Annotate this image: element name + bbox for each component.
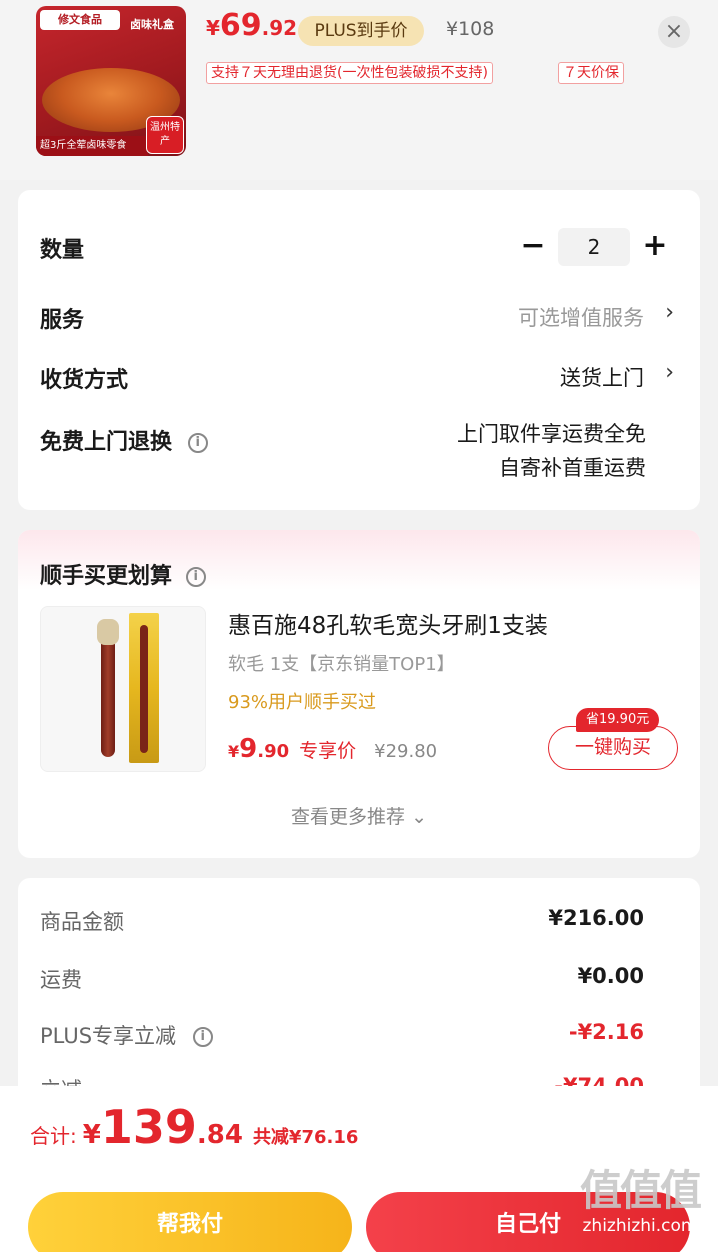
total-amount: 合计: ¥ 139 .84 共减¥76.16	[30, 1100, 358, 1154]
toothbrush-image[interactable]	[40, 606, 206, 772]
thumb-box-label: 卤味礼盒	[130, 18, 174, 31]
service-chevron-icon: ›	[665, 300, 674, 325]
total-symbol: ¥	[82, 1120, 101, 1150]
summary-shipping-value: ¥0.00	[577, 964, 644, 988]
summary-goods-value: ¥216.00	[548, 906, 644, 930]
service-label: 服务	[40, 308, 85, 333]
total-decimal: .84	[196, 1120, 243, 1150]
rec-exclusive-label: 专享价	[299, 740, 357, 762]
close-icon: ×	[664, 19, 684, 44]
free-return-label: 免费上门退换	[40, 430, 173, 455]
watermark: 值值值 zhizhizhi.com	[566, 1166, 714, 1252]
summary-goods-label: 商品金额	[40, 910, 124, 934]
one-click-buy-button[interactable]: 一键购买	[548, 726, 678, 770]
plus-discount-info-icon[interactable]: i	[192, 1027, 213, 1047]
watermark-url: zhizhizhi.com	[582, 1216, 698, 1236]
close-button[interactable]: ×	[658, 16, 690, 48]
thumb-bottom-label: 超3斤全荤卤味零食	[36, 136, 148, 156]
quantity-input[interactable]: 2	[558, 228, 630, 266]
more-recommend-link[interactable]: 查看更多推荐 ⌄	[18, 802, 700, 829]
recommend-price: ¥ 9 .90 专享价 ¥29.80	[228, 734, 437, 764]
total-integer: 139	[100, 1100, 197, 1154]
rec-original-price: ¥29.80	[374, 741, 438, 762]
rec-price-decimal: .90	[257, 741, 290, 762]
rec-price-integer: 9	[239, 734, 258, 764]
delivery-label: 收货方式	[40, 368, 129, 393]
thumb-badge: 温州特产	[146, 116, 184, 154]
product-price: ¥ 69 .92	[206, 8, 307, 52]
return-policy-tag: 支持７天无理由退货(一次性包装破损不支持)	[206, 62, 493, 84]
free-return-line2: 自寄补首重运费	[499, 456, 646, 480]
free-return-info-icon[interactable]: i	[187, 433, 208, 453]
save-badge: 省19.90元	[576, 708, 660, 732]
price-protect-tag: ７天价保	[558, 62, 624, 84]
options-card: 数量 − 2 + 服务 可选增值服务 › 收货方式 送货上门 › 免费上门退换 …	[18, 190, 700, 510]
watermark-logo: 值值值	[579, 1166, 702, 1215]
delivery-value: 送货上门	[560, 366, 644, 390]
thumb-brand-label: 修文食品	[40, 10, 120, 30]
total-discount: 共减¥76.16	[252, 1127, 359, 1148]
price-decimal: .92	[261, 16, 298, 40]
more-recommend-label: 查看更多推荐	[291, 806, 406, 828]
price-symbol: ¥	[206, 16, 220, 40]
recommend-card: 顺手买更划算 i 惠百施48孔软毛宽头牙刷1支装 软毛 1支【京东销量TOP1】…	[18, 530, 700, 858]
quantity-minus-button[interactable]: −	[518, 228, 548, 263]
recommend-title: 顺手买更划算	[40, 564, 173, 589]
toothbrush-head	[97, 619, 119, 645]
recommend-item-title[interactable]: 惠百施48孔软毛宽头牙刷1支装	[228, 606, 548, 640]
summary-shipping-label: 运费	[40, 968, 82, 992]
quantity-label: 数量	[40, 238, 85, 263]
toothbrush-package-brush	[140, 625, 148, 753]
quantity-plus-button[interactable]: +	[640, 228, 670, 263]
chevron-down-icon: ⌄	[411, 806, 427, 828]
product-header: 修文食品 卤味礼盒 超3斤全荤卤味零食 温州特产 ¥ 69 .92 PLUS到手…	[0, 0, 718, 180]
product-image[interactable]: 修文食品 卤味礼盒 超3斤全荤卤味零食 温州特产	[36, 6, 186, 156]
summary-plus-label: PLUS专享立减	[40, 1024, 177, 1048]
free-return-line1: 上门取件享运费全免	[457, 422, 646, 446]
rec-price-symbol: ¥	[228, 742, 240, 761]
service-value: 可选增值服务	[518, 306, 644, 330]
plus-price-badge: PLUS到手价	[298, 16, 424, 46]
original-price: ¥108	[446, 18, 495, 40]
recommend-item-bought: 93%用户顺手买过	[228, 692, 377, 713]
summary-plus-value: -¥2.16	[568, 1020, 644, 1044]
delivery-chevron-icon: ›	[665, 360, 674, 385]
recommend-info-icon[interactable]: i	[185, 567, 206, 587]
total-label: 合计:	[30, 1124, 77, 1148]
price-integer: 69	[219, 8, 262, 43]
help-pay-button[interactable]: 帮我付	[28, 1192, 352, 1252]
recommend-item-subtitle: 软毛 1支【京东销量TOP1】	[228, 654, 455, 675]
summary-card: 商品金额 ¥216.00 运费 ¥0.00 PLUS专享立减 i -¥2.16 …	[18, 878, 700, 1118]
